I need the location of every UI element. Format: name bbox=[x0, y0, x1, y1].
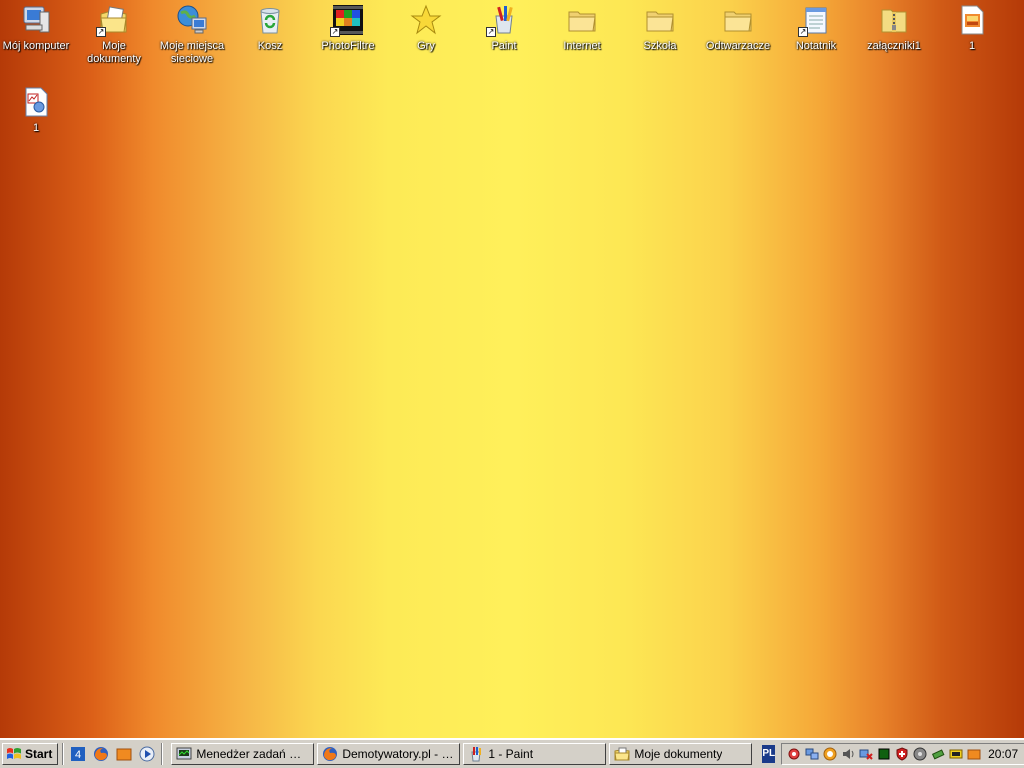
desktop-icon-label: 1 bbox=[968, 40, 976, 52]
desktop-icon-folder-internet[interactable]: Internet bbox=[543, 2, 621, 53]
folder-icon bbox=[722, 4, 754, 36]
firefox-icon bbox=[323, 746, 338, 761]
quick-launch: 4 bbox=[68, 744, 157, 764]
desktop-icon-network-places[interactable]: Moje miejsca sieciowe bbox=[153, 2, 231, 66]
folder-icon bbox=[644, 4, 676, 36]
quick-launch-utility-icon[interactable]: 4 bbox=[68, 744, 88, 764]
task-manager-icon bbox=[176, 747, 192, 759]
desktop-icon-zip-attachments[interactable]: załączniki1 bbox=[855, 2, 933, 53]
tray-network-icon[interactable] bbox=[804, 746, 820, 762]
notepad-icon: ↗ bbox=[798, 4, 832, 37]
desktop-icon-label: Internet bbox=[563, 40, 601, 52]
tray-usb-icon[interactable] bbox=[930, 746, 946, 762]
tray-monitor-icon[interactable] bbox=[876, 746, 892, 762]
system-tray: 20:07 bbox=[781, 742, 1024, 765]
shortcut-arrow-icon: ↗ bbox=[798, 27, 808, 37]
task-button-task-manager[interactable]: Menedżer zadań Win... bbox=[171, 742, 315, 765]
desktop-icon-my-computer[interactable]: Mój komputer bbox=[0, 2, 75, 53]
start-button[interactable]: Start bbox=[2, 742, 59, 765]
desktop-icon-label: 1 bbox=[32, 122, 40, 134]
photofiltre-icon: ↗ bbox=[330, 4, 364, 37]
task-button-label: 1 - Paint bbox=[488, 746, 534, 761]
star-icon bbox=[410, 4, 442, 36]
shortcut-arrow-icon: ↗ bbox=[330, 27, 340, 37]
task-button-paint[interactable]: 1 - Paint bbox=[463, 742, 607, 765]
language-indicator[interactable]: PL bbox=[762, 744, 776, 763]
desktop-icon-label: załączniki1 bbox=[867, 40, 921, 52]
paint-file-icon bbox=[20, 86, 52, 118]
desktop-icon-label: Szkoła bbox=[643, 40, 677, 52]
desktop-icon-label: Mój komputer bbox=[2, 40, 70, 52]
recycle-bin-icon bbox=[254, 4, 286, 36]
task-button-label: Menedżer zadań Win... bbox=[196, 746, 310, 761]
task-button-label: Moje dokumenty bbox=[634, 746, 723, 761]
folder-icon bbox=[566, 4, 598, 36]
tray-disconnected-network-icon[interactable] bbox=[858, 746, 874, 762]
quick-launch-media-player-icon[interactable] bbox=[137, 744, 157, 764]
desktop-icon-label: Gry bbox=[417, 40, 435, 52]
task-button-firefox[interactable]: Demotywatory.pl - M... bbox=[317, 742, 461, 765]
my-documents-icon bbox=[614, 747, 630, 760]
my-computer-icon bbox=[20, 4, 52, 36]
desktop-icon-folder-school[interactable]: Szkoła bbox=[621, 2, 699, 53]
taskbar-separator bbox=[62, 742, 65, 765]
desktop-icon-paint[interactable]: ↗ Paint bbox=[465, 2, 543, 53]
network-places-icon bbox=[176, 4, 208, 36]
desktop-icon-label: Moje miejsca sieciowe bbox=[159, 40, 225, 65]
tray-disc-icon[interactable] bbox=[912, 746, 928, 762]
desktop-icon-image-file-1[interactable]: 1 bbox=[933, 2, 1011, 53]
tray-window-icon[interactable] bbox=[966, 746, 982, 762]
desktop-icon-my-documents[interactable]: ↗ Moje dokumenty bbox=[75, 2, 153, 66]
desktop-icon-folder-players[interactable]: Odtwarzacze bbox=[699, 2, 777, 53]
my-documents-icon: ↗ bbox=[96, 4, 130, 37]
desktop-icon-paint-file-1[interactable]: 1 bbox=[0, 84, 75, 135]
paint-icon bbox=[471, 746, 482, 761]
tray-shield-icon[interactable] bbox=[894, 746, 910, 762]
task-buttons: Menedżer zadań Win... Demotywatory.pl - … bbox=[171, 742, 753, 765]
desktop-icon-recycle-bin[interactable]: Kosz bbox=[231, 2, 309, 53]
desktop-icon-label: Odtwarzacze bbox=[705, 40, 771, 52]
tray-settings-icon[interactable] bbox=[786, 746, 802, 762]
taskbar-separator bbox=[161, 742, 164, 765]
desktop-icon-label: Moje dokumenty bbox=[87, 40, 141, 65]
task-button-label: Demotywatory.pl - M... bbox=[342, 746, 456, 761]
tray-update-icon[interactable] bbox=[822, 746, 838, 762]
quick-launch-show-desktop-icon[interactable] bbox=[114, 744, 134, 764]
zip-folder-icon bbox=[878, 4, 910, 36]
desktop-icon-label: Kosz bbox=[257, 40, 283, 52]
desktop-icon-photofiltre[interactable]: ↗ PhotoFiltre bbox=[309, 2, 387, 53]
image-file-icon bbox=[956, 4, 988, 36]
desktop-icon-label: Paint bbox=[491, 40, 517, 52]
clock[interactable]: 20:07 bbox=[984, 747, 1022, 761]
windows-logo-icon bbox=[7, 747, 21, 759]
start-label: Start bbox=[25, 746, 53, 761]
quick-launch-firefox-icon[interactable] bbox=[91, 744, 111, 764]
tray-volume-icon[interactable] bbox=[840, 746, 856, 762]
paint-icon: ↗ bbox=[486, 4, 520, 37]
desktop-icon-label: PhotoFiltre bbox=[321, 40, 375, 52]
svg-text:4: 4 bbox=[75, 749, 81, 761]
desktop-icon-games[interactable]: Gry bbox=[387, 2, 465, 53]
desktop-icon-notepad[interactable]: ↗ Notatnik bbox=[777, 2, 855, 53]
tray-app-icon[interactable] bbox=[948, 746, 964, 762]
shortcut-arrow-icon: ↗ bbox=[486, 27, 496, 37]
shortcut-arrow-icon: ↗ bbox=[96, 27, 106, 37]
desktop-icon-label: Notatnik bbox=[795, 40, 837, 52]
desktop: Mój komputer ↗ Moje dokumenty Moje miejs… bbox=[0, 0, 1024, 738]
task-button-my-documents[interactable]: Moje dokumenty bbox=[609, 742, 753, 765]
taskbar: Start 4 Menedżer zadań Win... Demotywato… bbox=[0, 738, 1024, 768]
